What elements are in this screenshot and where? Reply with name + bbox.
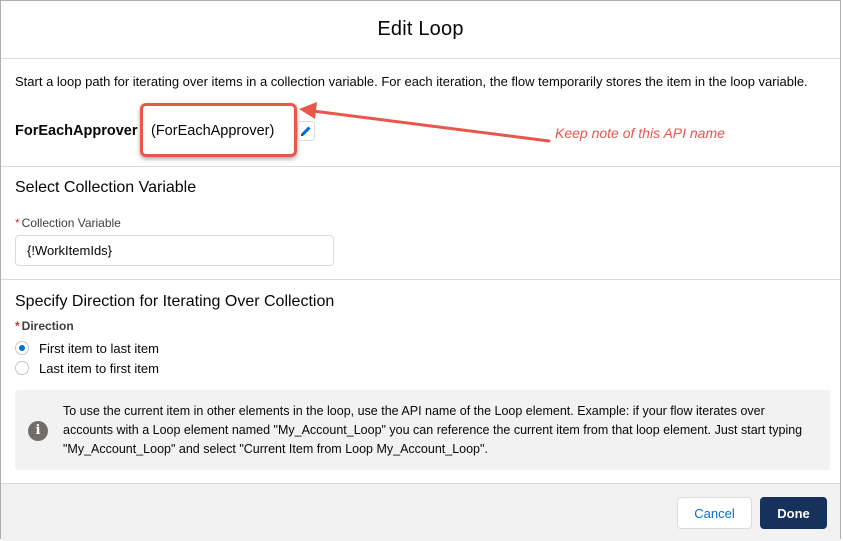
required-mark: * xyxy=(15,319,20,333)
modal-title: Edit Loop xyxy=(377,18,464,40)
section-divider xyxy=(1,279,840,280)
cancel-button[interactable]: Cancel xyxy=(677,497,752,529)
loop-name-row: ForEachApprover (ForEachApprover) xyxy=(15,121,274,145)
loop-description: Start a loop path for iterating over ite… xyxy=(15,74,808,89)
loop-label: ForEachApprover xyxy=(15,123,138,139)
modal-header: Edit Loop xyxy=(1,1,840,59)
radio-label: First item to last item xyxy=(39,340,159,356)
section-divider xyxy=(1,166,840,167)
radio-first-to-last[interactable]: First item to last item xyxy=(15,339,159,357)
direction-field-label-text: Direction xyxy=(21,319,74,333)
info-icon: i xyxy=(28,421,48,441)
modal-body: Start a loop path for iterating over ite… xyxy=(1,59,840,482)
info-message-text: To use the current item in other element… xyxy=(63,404,803,456)
collection-variable-input[interactable] xyxy=(15,235,334,266)
radio-last-to-first[interactable]: Last item to first item xyxy=(15,359,159,377)
collection-field-label: * Collection Variable xyxy=(15,216,121,230)
radio-button[interactable] xyxy=(15,361,29,375)
radio-label: Last item to first item xyxy=(39,360,159,376)
direction-field-label: * Direction xyxy=(15,319,74,333)
required-mark: * xyxy=(15,216,20,230)
radio-button-checked[interactable] xyxy=(15,341,29,355)
direction-section-title: Specify Direction for Iterating Over Col… xyxy=(15,293,335,310)
done-button[interactable]: Done xyxy=(760,497,827,529)
annotation-arrow xyxy=(299,102,551,143)
modal-footer: Cancel Done xyxy=(1,483,840,541)
edit-loop-modal: Edit Loop Start a loop path for iteratin… xyxy=(0,0,841,541)
collection-section-title: Select Collection Variable xyxy=(15,179,197,196)
annotation-text: Keep note of this API name xyxy=(555,125,725,141)
annotation-highlight-box xyxy=(140,103,297,157)
info-message-box: i To use the current item in other eleme… xyxy=(15,390,830,470)
collection-field-label-text: Collection Variable xyxy=(21,216,121,230)
